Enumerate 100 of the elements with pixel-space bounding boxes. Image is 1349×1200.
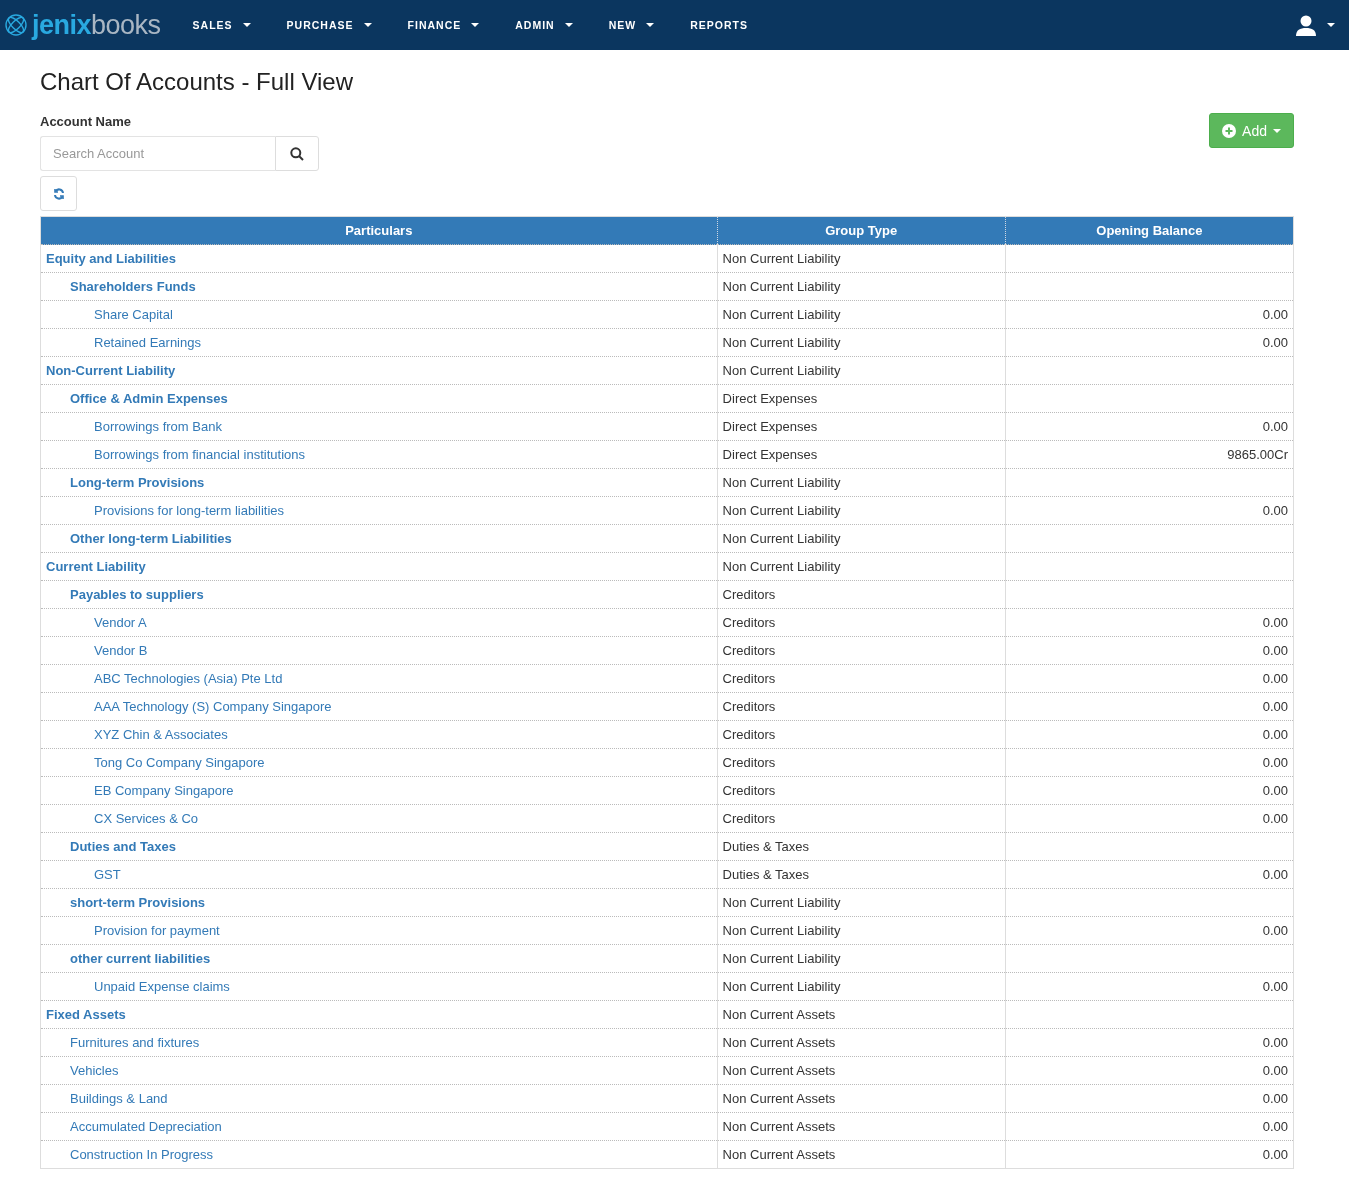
add-button[interactable]: Add — [1209, 113, 1294, 148]
table-cell: 0.00 — [1262, 811, 1288, 826]
table-cell: 0.00 — [1262, 615, 1288, 630]
nav-menu-item[interactable]: NEW — [590, 19, 673, 31]
table-cell: Non Current Assets — [722, 1035, 836, 1050]
account-link[interactable]: Construction In Progress — [46, 1147, 214, 1162]
account-link[interactable]: Office & Admin Expenses — [46, 391, 228, 406]
table-cell: Non Current Assets — [722, 1007, 836, 1022]
account-link[interactable]: Fixed Assets — [46, 1007, 126, 1022]
account-link[interactable]: Provision for payment — [46, 923, 220, 938]
table-cell: Non Current Liability — [722, 503, 841, 518]
account-link[interactable]: Vendor B — [46, 643, 148, 658]
table-cell: Creditors — [722, 811, 776, 826]
logo-wordmark: jenixbooks — [32, 11, 161, 39]
account-link[interactable]: Borrowings from financial institutions — [46, 447, 305, 462]
account-link[interactable]: Long-term Provisions — [46, 475, 205, 490]
account-link[interactable]: Vendor A — [46, 615, 147, 630]
table-cell: Non Current Liability — [722, 251, 841, 266]
field-label: Account Name — [40, 114, 133, 129]
caret-icon — [363, 23, 372, 27]
table-cell: Duties & Taxes — [722, 839, 810, 854]
caret-icon — [242, 23, 251, 27]
table-cell: 0.00 — [1262, 1147, 1288, 1162]
table-cell: Non Current Liability — [722, 951, 841, 966]
user-icon — [1295, 14, 1317, 36]
account-link[interactable]: EB Company Singapore — [46, 783, 234, 798]
nav-menu-item[interactable]: PURCHASE — [268, 19, 390, 31]
table-cell: Non Current Assets — [722, 1147, 836, 1162]
search-icon — [290, 146, 304, 161]
account-link[interactable]: CX Services & Co — [46, 811, 199, 826]
table-cell: Creditors — [722, 587, 776, 602]
account-link[interactable]: ABC Technologies (Asia) Pte Ltd — [46, 671, 283, 686]
table-cell: Non Current Liability — [722, 475, 841, 490]
account-link[interactable]: short-term Provisions — [46, 895, 206, 910]
nav-menu-item[interactable]: REPORTS — [672, 19, 766, 31]
table-cell: 0.00 — [1262, 923, 1288, 938]
table-cell: Non Current Assets — [722, 1063, 836, 1078]
table-cell: 0.00 — [1262, 699, 1288, 714]
table-cell: Creditors — [722, 699, 776, 714]
account-link[interactable]: AAA Technology (S) Company Singapore — [46, 699, 332, 714]
nav-menu-item[interactable]: ADMIN — [497, 19, 591, 31]
account-link[interactable]: Furnitures and fixtures — [46, 1035, 200, 1050]
page-title: Chart Of Accounts - Full View — [40, 68, 354, 96]
table-cell: Non Current Liability — [722, 979, 841, 994]
table-cell: Creditors — [722, 783, 776, 798]
nav-menu-item[interactable]: SALES — [174, 19, 269, 31]
refresh-button[interactable] — [40, 176, 77, 211]
account-link[interactable]: GST — [46, 867, 121, 882]
account-link[interactable]: Other long-term Liabilities — [46, 531, 232, 546]
table-cell: Creditors — [722, 755, 776, 770]
account-link[interactable]: Payables to suppliers — [46, 587, 204, 602]
account-link[interactable]: Share Capital — [46, 307, 173, 322]
refresh-icon — [52, 187, 65, 200]
account-link[interactable]: Buildings & Land — [46, 1091, 168, 1106]
logo[interactable]: jenixbooks — [4, 11, 161, 39]
table-cell: 0.00 — [1262, 1091, 1288, 1106]
table-cell: Non Current Liability — [722, 531, 841, 546]
search-field[interactable]: Search Account — [40, 136, 275, 171]
caret-icon — [646, 23, 655, 27]
account-link[interactable]: Provisions for long-term liabilities — [46, 503, 284, 518]
table-cell: 0.00 — [1262, 335, 1288, 350]
table-cell: Creditors — [722, 727, 776, 742]
account-link[interactable]: Accumulated Depreciation — [46, 1119, 222, 1134]
table-cell: Non Current Assets — [722, 1091, 836, 1106]
table-cell: Non Current Assets — [722, 1119, 836, 1134]
account-link[interactable]: Equity and Liabilities — [46, 251, 177, 266]
table-cell: Non Current Liability — [722, 363, 841, 378]
account-link[interactable]: Tong Co Company Singapore — [46, 755, 265, 770]
account-link[interactable]: other current liabilities — [46, 951, 211, 966]
table-cell: 0.00 — [1262, 1035, 1288, 1050]
account-link[interactable]: XYZ Chin & Associates — [46, 727, 228, 742]
table-cell: 0.00 — [1262, 727, 1288, 742]
table-cell: Non Current Liability — [722, 279, 841, 294]
account-link[interactable]: Retained Earnings — [46, 335, 201, 350]
table-cell: 0.00 — [1262, 1119, 1288, 1134]
table-cell: Non Current Liability — [722, 335, 841, 350]
column-header: Opening Balance — [1005, 216, 1294, 245]
table-cell: Direct Expenses — [722, 447, 818, 462]
table-cell: Non Current Liability — [722, 307, 841, 322]
account-link[interactable]: Current Liability — [46, 559, 146, 574]
account-link[interactable]: Non-Current Liability — [46, 363, 176, 378]
table-cell: Non Current Liability — [722, 559, 841, 574]
table-cell: 0.00 — [1262, 643, 1288, 658]
table-cell: 0.00 — [1262, 979, 1288, 994]
account-link[interactable]: Unpaid Expense claims — [46, 979, 230, 994]
table-cell: Non Current Liability — [722, 895, 841, 910]
account-link[interactable]: Borrowings from Bank — [46, 419, 222, 434]
caret-icon — [471, 23, 480, 27]
account-link[interactable]: Duties and Taxes — [46, 839, 176, 854]
table-cell: 0.00 — [1262, 1063, 1288, 1078]
nav-menu-item[interactable]: FINANCE — [389, 19, 498, 31]
table-cell: 0.00 — [1262, 783, 1288, 798]
search-button[interactable] — [275, 136, 319, 171]
account-link[interactable]: Shareholders Funds — [46, 279, 196, 294]
table-cell: 0.00 — [1262, 755, 1288, 770]
table-cell: 0.00 — [1262, 503, 1288, 518]
logo-icon — [4, 13, 28, 37]
table-cell: Creditors — [722, 671, 776, 686]
table-cell: Duties & Taxes — [722, 867, 810, 882]
account-link[interactable]: Vehicles — [46, 1063, 119, 1078]
